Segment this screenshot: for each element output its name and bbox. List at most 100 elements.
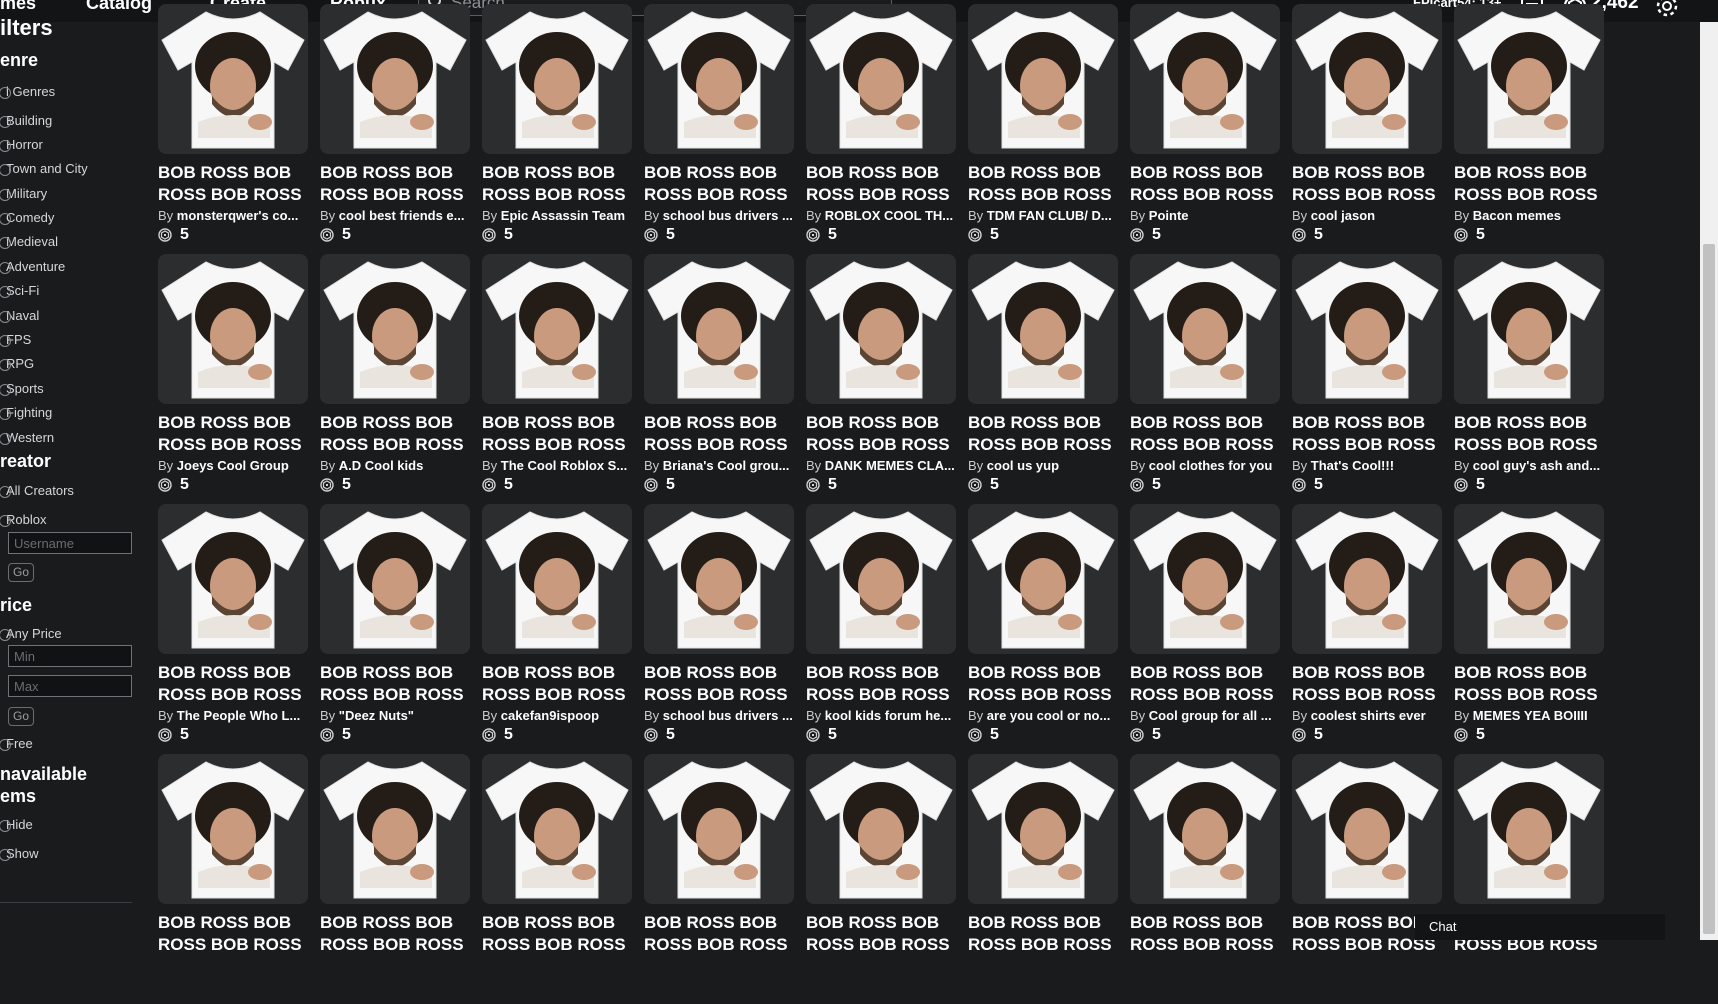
item-thumbnail[interactable]: [158, 254, 308, 404]
catalog-item-card[interactable]: BOB ROSS BOB ROSS BOB ROSS By Joeys Cool …: [158, 254, 308, 504]
page-scrollbar[interactable]: [1700, 22, 1718, 940]
item-thumbnail[interactable]: [1454, 254, 1604, 404]
creator-name-link[interactable]: cool clothes for you: [1149, 458, 1273, 473]
item-thumbnail[interactable]: [320, 754, 470, 904]
genre-option[interactable]: Military: [0, 186, 47, 201]
item-thumbnail[interactable]: [482, 754, 632, 904]
item-thumbnail[interactable]: [806, 254, 956, 404]
genre-option[interactable]: Naval: [0, 308, 39, 323]
item-name[interactable]: BOB ROSS BOB ROSS BOB ROSS: [1130, 662, 1280, 706]
creator-name-link[interactable]: ROBLOX COOL TH...: [825, 208, 953, 223]
item-thumbnail[interactable]: [1292, 504, 1442, 654]
catalog-item-card[interactable]: BOB ROSS BOB ROSS BOB ROSS By cool jason 5: [1292, 4, 1442, 254]
item-name[interactable]: BOB ROSS BOB ROSS BOB ROSS: [1454, 662, 1604, 706]
item-name[interactable]: BOB ROSS BOB ROSS BOB ROSS: [806, 662, 956, 706]
price-go-button[interactable]: Go: [8, 707, 34, 726]
creator-name-link[interactable]: MEMES YEA BOIIII: [1473, 708, 1588, 723]
item-thumbnail[interactable]: [1454, 4, 1604, 154]
item-name[interactable]: BOB ROSS BOB ROSS BOB ROSS: [320, 162, 470, 206]
catalog-item-card[interactable]: BOB ROSS BOB ROSS BOB ROSS By kool kids f…: [806, 504, 956, 754]
item-thumbnail[interactable]: [320, 4, 470, 154]
catalog-item-card[interactable]: BOB ROSS BOB ROSS BOB ROSS By Pointe 5: [1130, 4, 1280, 254]
price-option-free[interactable]: Free: [0, 736, 33, 751]
catalog-item-card[interactable]: BOB ROSS BOB ROSS BOB ROSS By cool clothe…: [1130, 254, 1280, 504]
item-name[interactable]: BOB ROSS BOB ROSS BOB ROSS: [158, 412, 308, 456]
item-name[interactable]: BOB ROSS BOB ROSS BOB ROSS: [482, 412, 632, 456]
catalog-item-card[interactable]: BOB ROSS BOB ROSS BOB ROSS: [482, 754, 632, 1004]
chat-tab[interactable]: Chat: [1415, 914, 1665, 940]
item-thumbnail[interactable]: [968, 254, 1118, 404]
catalog-item-card[interactable]: BOB ROSS BOB ROSS BOB ROSS By MEMES YEA B…: [1454, 504, 1604, 754]
item-thumbnail[interactable]: [644, 504, 794, 654]
catalog-item-card[interactable]: BOB ROSS BOB ROSS BOB ROSS By Epic Assass…: [482, 4, 632, 254]
catalog-item-card[interactable]: BOB ROSS BOB ROSS BOB ROSS By The Cool Ro…: [482, 254, 632, 504]
catalog-item-card[interactable]: BOB ROSS BOB ROSS BOB ROSS By Briana's Co…: [644, 254, 794, 504]
item-thumbnail[interactable]: [482, 254, 632, 404]
item-name[interactable]: BOB ROSS BOB ROSS BOB ROSS: [1130, 412, 1280, 456]
item-name[interactable]: BOB ROSS BOB ROSS BOB ROSS: [320, 412, 470, 456]
creator-username-input[interactable]: [8, 532, 132, 554]
genre-option[interactable]: Sports: [0, 381, 44, 396]
item-name[interactable]: BOB ROSS BOB ROSS BOB ROSS: [158, 912, 308, 956]
catalog-item-card[interactable]: BOB ROSS BOB ROSS BOB ROSS: [1130, 754, 1280, 1004]
catalog-item-card[interactable]: BOB ROSS BOB ROSS BOB ROSS By coolest shi…: [1292, 504, 1442, 754]
item-thumbnail[interactable]: [1130, 4, 1280, 154]
creator-name-link[interactable]: kool kids forum he...: [825, 708, 951, 723]
genre-option[interactable]: FPS: [0, 332, 31, 347]
creator-name-link[interactable]: cool us yup: [987, 458, 1059, 473]
creator-name-link[interactable]: Cool group for all ...: [1149, 708, 1272, 723]
item-thumbnail[interactable]: [1130, 754, 1280, 904]
gear-icon[interactable]: [1655, 0, 1679, 18]
item-thumbnail[interactable]: [1292, 254, 1442, 404]
creator-name-link[interactable]: Pointe: [1149, 208, 1189, 223]
item-name[interactable]: BOB ROSS BOB ROSS BOB ROSS: [968, 162, 1118, 206]
item-thumbnail[interactable]: [1454, 504, 1604, 654]
item-name[interactable]: BOB ROSS BOB ROSS BOB ROSS: [1130, 162, 1280, 206]
creator-option-roblox[interactable]: Roblox: [0, 512, 46, 527]
creator-name-link[interactable]: Epic Assassin Team: [501, 208, 625, 223]
price-max-input[interactable]: [8, 675, 132, 697]
creator-name-link[interactable]: cool jason: [1311, 208, 1375, 223]
catalog-item-card[interactable]: BOB ROSS BOB ROSS BOB ROSS: [158, 754, 308, 1004]
nav-link-games[interactable]: mes: [0, 0, 36, 14]
genre-option[interactable]: Medieval: [0, 234, 58, 249]
creator-name-link[interactable]: TDM FAN CLUB/ D...: [987, 208, 1112, 223]
catalog-item-card[interactable]: BOB ROSS BOB ROSS BOB ROSS: [806, 754, 956, 1004]
catalog-item-card[interactable]: BOB ROSS BOB ROSS BOB ROSS By are you coo…: [968, 504, 1118, 754]
creator-name-link[interactable]: cakefan9ispoop: [501, 708, 599, 723]
item-thumbnail[interactable]: [158, 754, 308, 904]
creator-name-link[interactable]: "Deez Nuts": [339, 708, 414, 723]
creator-name-link[interactable]: Briana's Cool grou...: [663, 458, 790, 473]
catalog-item-card[interactable]: BOB ROSS BOB ROSS BOB ROSS By cakefan9isp…: [482, 504, 632, 754]
creator-name-link[interactable]: A.D Cool kids: [339, 458, 424, 473]
creator-name-link[interactable]: cool best friends e...: [339, 208, 465, 223]
item-thumbnail[interactable]: [644, 754, 794, 904]
item-name[interactable]: BOB ROSS BOB ROSS BOB ROSS: [644, 912, 794, 956]
item-name[interactable]: BOB ROSS BOB ROSS BOB ROSS: [482, 662, 632, 706]
catalog-item-card[interactable]: BOB ROSS BOB ROSS BOB ROSS By monsterqwer…: [158, 4, 308, 254]
creator-name-link[interactable]: DANK MEMES CLA...: [825, 458, 955, 473]
genre-option[interactable]: l Genres: [0, 84, 55, 99]
item-name[interactable]: BOB ROSS BOB ROSS BOB ROSS: [1454, 162, 1604, 206]
genre-option[interactable]: Town and City: [0, 161, 88, 176]
item-name[interactable]: BOB ROSS BOB ROSS BOB ROSS: [320, 912, 470, 956]
item-name[interactable]: BOB ROSS BOB ROSS BOB ROSS: [482, 912, 632, 956]
nav-link-catalog[interactable]: Catalog: [86, 0, 152, 14]
item-name[interactable]: BOB ROSS BOB ROSS BOB ROSS: [1454, 412, 1604, 456]
item-name[interactable]: BOB ROSS BOB ROSS BOB ROSS: [1292, 412, 1442, 456]
genre-option[interactable]: Western: [0, 430, 54, 445]
scrollbar-thumb[interactable]: [1703, 244, 1715, 934]
item-name[interactable]: BOB ROSS BOB ROSS BOB ROSS: [968, 662, 1118, 706]
catalog-item-card[interactable]: BOB ROSS BOB ROSS BOB ROSS By "Deez Nuts"…: [320, 504, 470, 754]
catalog-item-card[interactable]: BOB ROSS BOB ROSS BOB ROSS By That's Cool…: [1292, 254, 1442, 504]
creator-name-link[interactable]: school bus drivers ...: [663, 708, 793, 723]
item-thumbnail[interactable]: [968, 504, 1118, 654]
creator-name-link[interactable]: The People Who L...: [177, 708, 301, 723]
unavailable-option-hide[interactable]: Hide: [0, 817, 33, 832]
genre-option[interactable]: Comedy: [0, 210, 54, 225]
item-thumbnail[interactable]: [968, 754, 1118, 904]
item-name[interactable]: BOB ROSS BOB ROSS BOB ROSS: [320, 662, 470, 706]
creator-name-link[interactable]: monsterqwer's co...: [177, 208, 299, 223]
catalog-item-card[interactable]: BOB ROSS BOB ROSS BOB ROSS By TDM FAN CLU…: [968, 4, 1118, 254]
item-name[interactable]: BOB ROSS BOB ROSS BOB ROSS: [644, 662, 794, 706]
